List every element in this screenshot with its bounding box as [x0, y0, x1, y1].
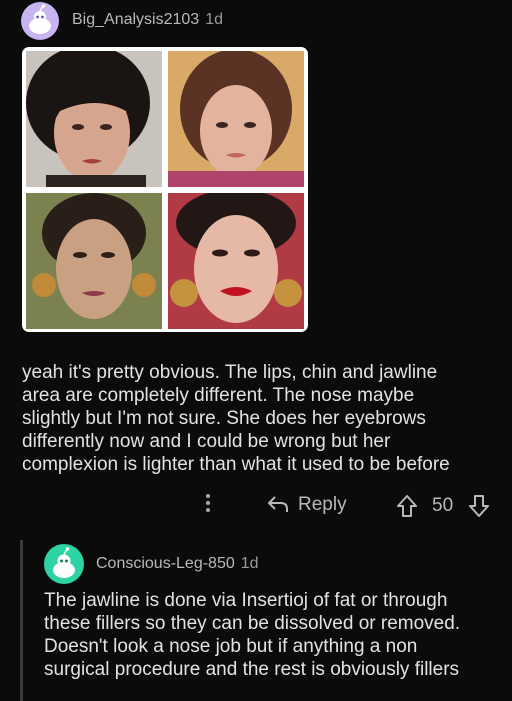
- downvote-icon: [469, 495, 489, 517]
- more-options-icon: [206, 494, 210, 512]
- username[interactable]: Big_Analysis2103: [72, 11, 199, 28]
- reply-arrow-icon: [268, 496, 288, 512]
- photo-tile-3: [26, 193, 162, 329]
- comment-line: differently now and I could be wrong but…: [22, 431, 391, 452]
- comment-line: slightly but I'm not sure. She does her …: [22, 408, 426, 429]
- username[interactable]: Conscious-Leg-850: [96, 555, 235, 572]
- comment-line: complexion is lighter than what it used …: [22, 454, 450, 475]
- vote-score: 50: [432, 495, 454, 516]
- photo-tile-4: [168, 193, 304, 329]
- upvote-icon: [397, 495, 417, 517]
- comment-body: yeah it's pretty obvious. The lips, chin…: [22, 361, 450, 476]
- snoo-avatar-icon: [53, 547, 75, 578]
- comment-age: 1d: [240, 555, 259, 572]
- comment-actions: Reply 50: [0, 488, 512, 524]
- comment-line: these fillers so they can be dissolved o…: [44, 613, 461, 634]
- comment-line: yeah it's pretty obvious. The lips, chin…: [22, 362, 438, 383]
- thread-line[interactable]: [20, 540, 23, 701]
- comment-username-line: Conscious-Leg-850 1d: [96, 555, 259, 573]
- user-avatar[interactable]: [21, 2, 59, 40]
- comment-line: Doesn't look a nose job but if anything …: [44, 636, 418, 657]
- photo-tile-1: [26, 51, 162, 187]
- snoo-avatar-icon: [29, 4, 51, 34]
- reply-button[interactable]: Reply: [266, 494, 347, 516]
- photo-tile-2: [168, 51, 304, 187]
- comment-line: surgical procedure and the rest is obvio…: [44, 659, 460, 680]
- comment-username-line: Big_Analysis2103 1d: [72, 11, 223, 29]
- comment-line: area are completely different. The nose …: [22, 385, 415, 406]
- comment-age: 1d: [205, 11, 223, 28]
- image-collage[interactable]: [22, 47, 308, 332]
- user-avatar[interactable]: [44, 544, 84, 584]
- downvote-button[interactable]: [468, 494, 490, 523]
- upvote-button[interactable]: [396, 494, 418, 523]
- reply-label: Reply: [298, 494, 347, 515]
- more-options-button[interactable]: [200, 492, 216, 520]
- comment-body: The jawline is done via Insertioj of fat…: [44, 589, 460, 681]
- comment-line: The jawline is done via Insertioj of fat…: [44, 590, 448, 611]
